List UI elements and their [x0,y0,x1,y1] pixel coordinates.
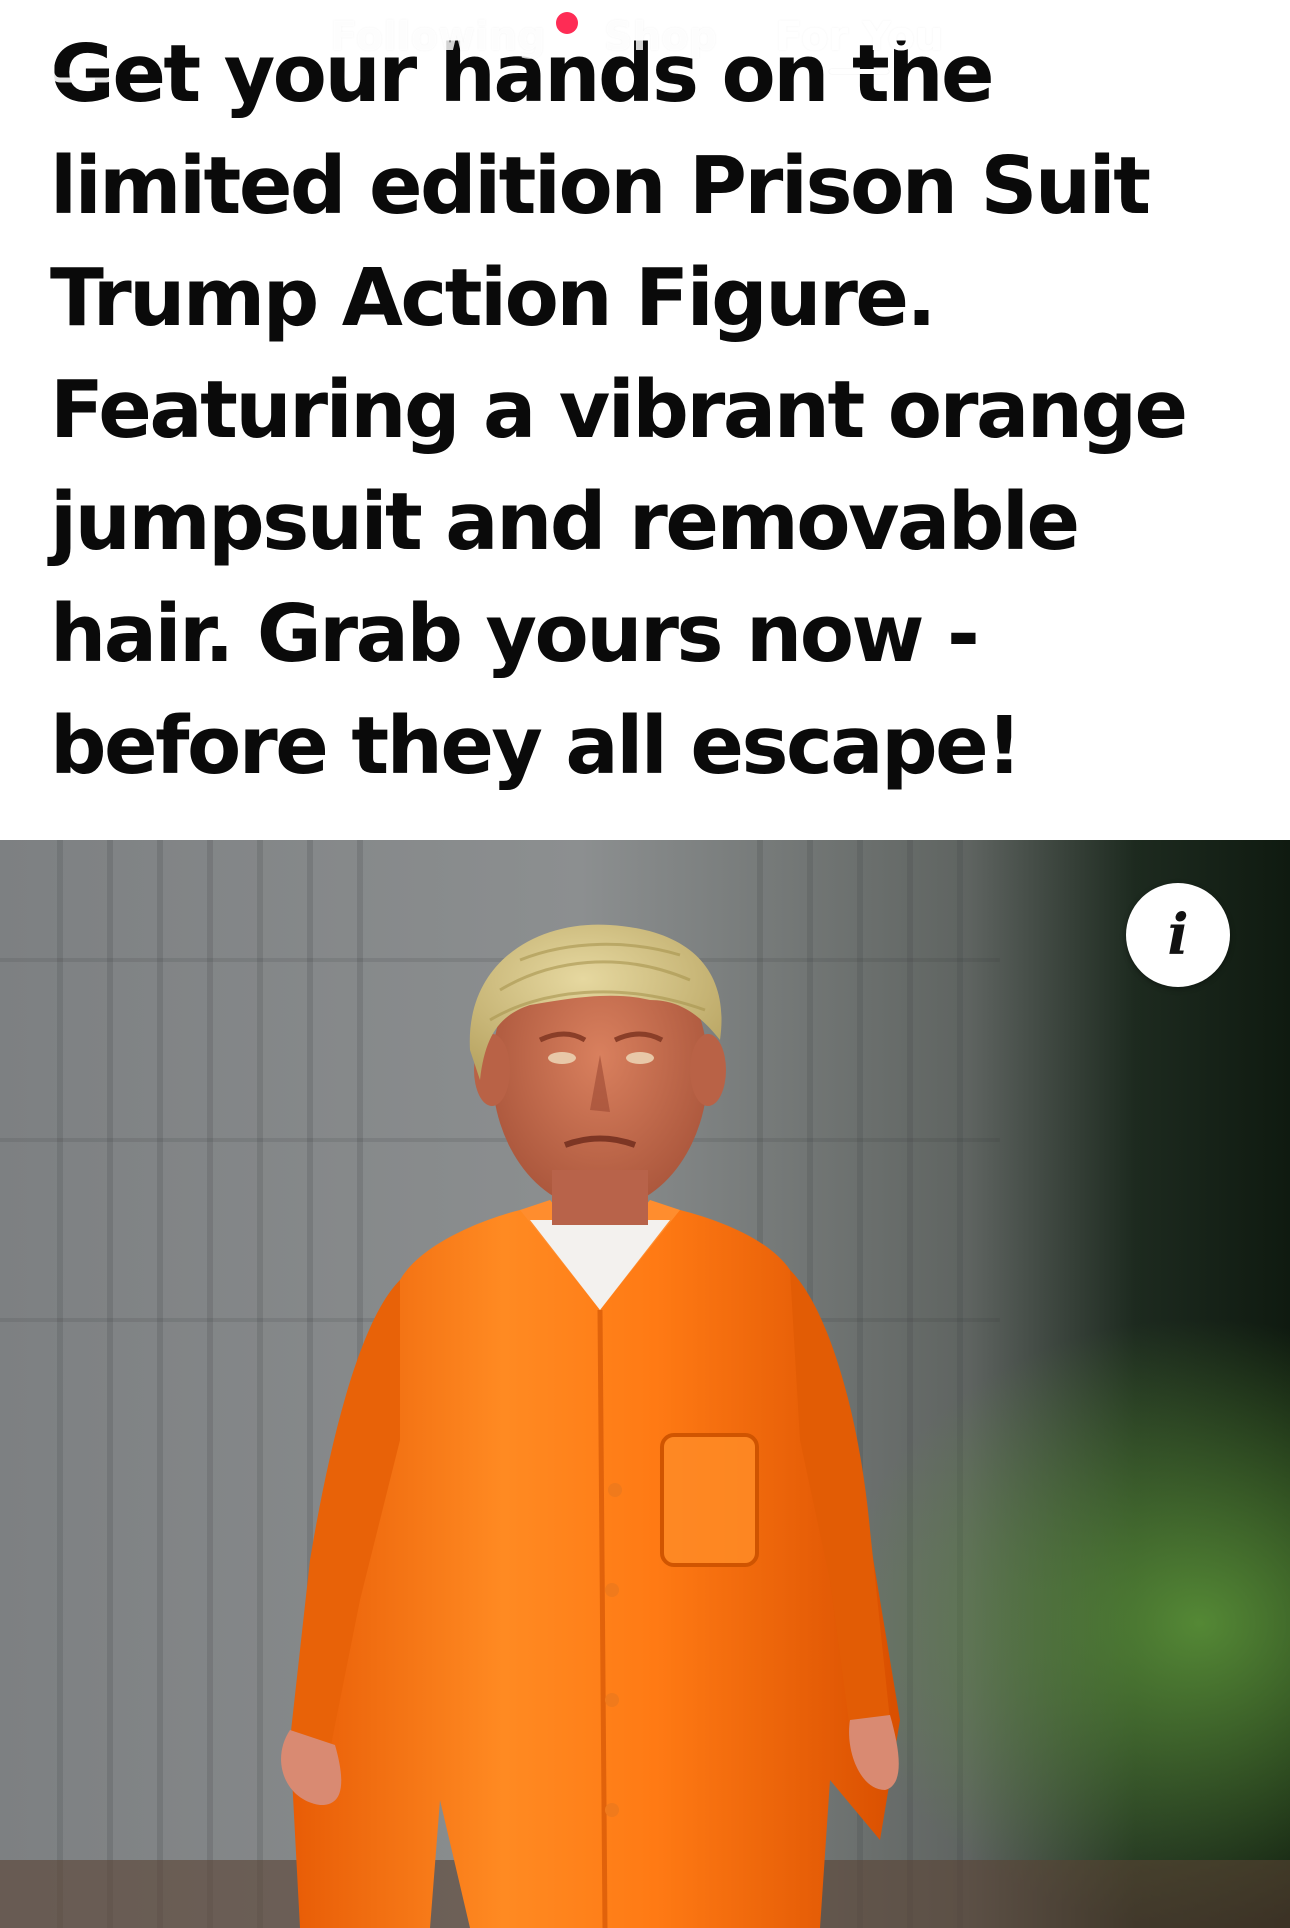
post-caption: Get your hands on the limited edition Pr… [50,28,1188,792]
tab-for-you[interactable]: For You [775,14,943,74]
info-icon[interactable]: i [1126,883,1230,987]
post-screen: Get your hands on the limited edition Pr… [0,0,1290,1928]
tab-shop[interactable]: Shop [604,14,717,60]
live-tv-icon[interactable] [46,14,120,88]
notification-dot [556,12,578,34]
tab-following[interactable]: Following [330,14,546,60]
product-photo [0,840,1290,1928]
feed-tabs: Following Shop For You [330,14,943,74]
top-nav-bar: Following Shop For You [0,0,1290,110]
search-icon[interactable] [1168,14,1242,88]
